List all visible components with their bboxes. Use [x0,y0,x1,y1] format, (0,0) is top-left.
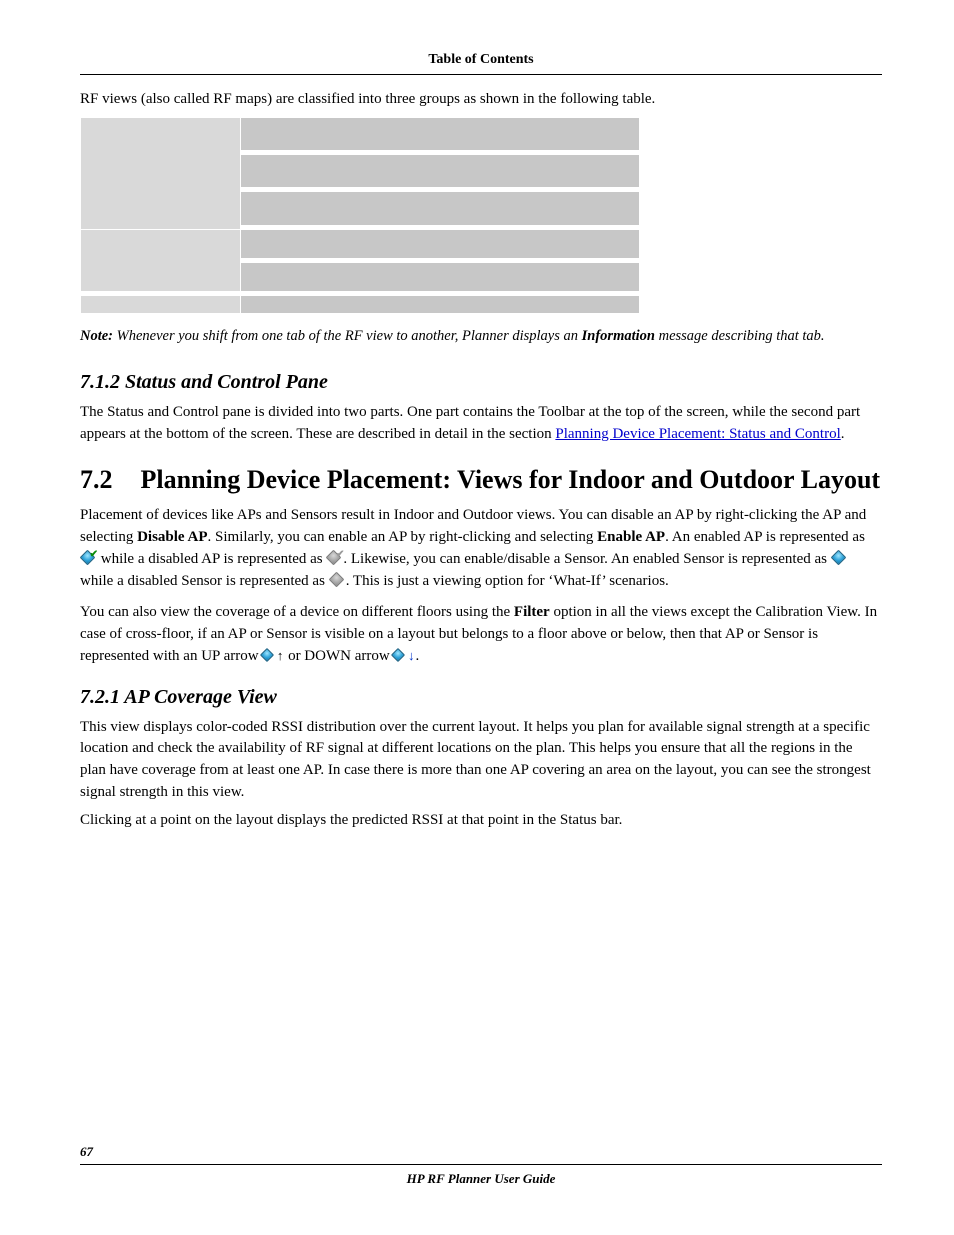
disabled-sensor-icon [329,572,346,587]
page-header: Table of Contents [80,52,882,75]
disabled-ap-icon: ✔ [326,550,343,565]
paragraph-7-2-b: You can also view the coverage of a devi… [80,602,882,667]
filter-label: Filter [514,604,550,620]
disable-ap-label: Disable AP [137,529,207,545]
text: while a disabled Sensor is represented a… [80,573,329,589]
paragraph-7-1-2: The Status and Control pane is divided i… [80,402,882,446]
text: or DOWN arrow [284,648,393,664]
enable-ap-label: Enable AP [597,529,665,545]
note-line: Note: Whenever you shift from one tab of… [80,328,882,345]
note-text-before: Whenever you shift from one tab of the R… [113,328,582,344]
note-label: Note: [80,328,113,344]
page-footer: 67 HP RF Planner User Guide [80,1144,882,1187]
intro-paragraph: RF views (also called RF maps) are class… [80,89,882,111]
text: while a disabled AP is represented as [97,551,326,567]
rf-views-table [80,117,882,314]
note-info-word: Information [582,328,655,344]
enabled-sensor-icon [831,550,848,565]
text: . Similarly, you can enable an AP by rig… [208,529,598,545]
text: . [841,426,845,442]
text: . Likewise, you can enable/disable a Sen… [343,551,830,567]
text: You can also view the coverage of a devi… [80,604,514,620]
text: . This is just a viewing option for ‘Wha… [346,573,669,589]
note-text-after: message describing that tab. [655,328,825,344]
paragraph-7-2-a: Placement of devices like APs and Sensor… [80,505,882,592]
up-arrow-icon: ↑ [262,647,284,663]
heading-7-1-2: 7.1.2 Status and Control Pane [80,371,882,394]
heading-number: 7.2 [80,465,113,495]
page-number: 67 [80,1144,882,1165]
footer-title: HP RF Planner User Guide [80,1171,882,1187]
text: . An enabled AP is represented as [665,529,865,545]
paragraph-7-2-1-a: This view displays color-coded RSSI dist… [80,717,882,804]
enabled-ap-icon: ✔ [80,550,97,565]
heading-7-2: 7.2 Planning Device Placement: Views for… [80,465,882,495]
heading-title: Planning Device Placement: Views for Ind… [141,465,883,495]
text: . [415,648,419,664]
heading-7-2-1: 7.2.1 AP Coverage View [80,686,882,709]
link-status-and-control[interactable]: Planning Device Placement: Status and Co… [555,426,840,442]
paragraph-7-2-1-b: Clicking at a point on the layout displa… [80,810,882,832]
down-arrow-icon: ↓ [393,647,415,663]
